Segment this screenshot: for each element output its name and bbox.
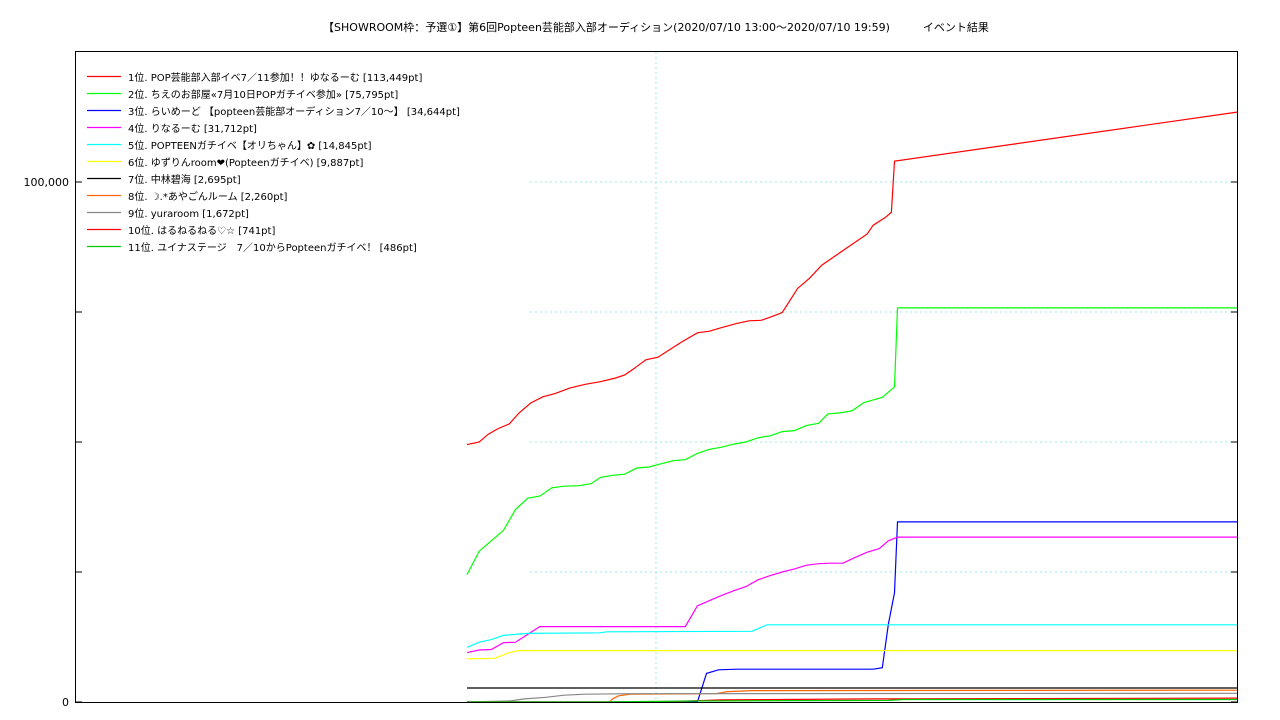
series-line-11: [467, 698, 1237, 703]
legend-label-9: 9位. yuraroom [1,672pt]: [128, 207, 249, 220]
legend-label-11: 11位. ユイナステージ 7／10からPopteenガチイベ！ [486pt]: [128, 241, 417, 254]
grid-lines: [530, 52, 1237, 702]
chart-title: 【SHOWROOM枠：予選①】第6回Popteen芸能部入部オーディション(20…: [323, 20, 989, 34]
series-line-3: [467, 521, 1237, 703]
legend-label-1: 1位. POP芸能部入部イベ7／11参加！！ゆなるーむ [113,449pt]: [128, 71, 422, 84]
legend: 1位. POP芸能部入部イベ7／11参加！！ゆなるーむ [113,449pt] 2…: [87, 71, 460, 254]
legend-label-6: 6位. ゆずりんroom❤︎(Popteenガチイベ) [9,887pt]: [128, 156, 363, 169]
series-line-5: [466, 624, 1237, 648]
plot-series: [466, 111, 1238, 703]
legend-label-5: 5位. POPTEENガチイベ【オリちゃん】✿ [14,845pt]: [128, 139, 372, 152]
series-line-6: [466, 650, 1237, 660]
legend-label-3: 3位. らいめーど 【popteen芸能部オーディション7／10～】 [34,6…: [128, 105, 460, 118]
y-tick-label: 0: [62, 696, 69, 709]
y-tick-label: 100,000: [24, 176, 70, 189]
chart: 【SHOWROOM枠：予選①】第6回Popteen芸能部入部オーディション(20…: [24, 20, 1238, 709]
legend-label-10: 10位. はるねるねる♡☆ [741pt]: [128, 224, 275, 237]
series-line-2: [466, 307, 1237, 575]
series-line-4: [466, 536, 1237, 654]
legend-label-8: 8位. ☽.*あやごんルーム [2,260pt]: [128, 190, 288, 203]
legend-label-2: 2位. ちえのお部屋«7月10日POPガチイベ参加» [75,795pt]: [128, 88, 398, 101]
series-line-1: [466, 111, 1238, 446]
legend-label-4: 4位. りなるーむ [31,712pt]: [128, 122, 257, 135]
legend-label-7: 7位. 中林碧海 [2,695pt]: [128, 173, 241, 186]
